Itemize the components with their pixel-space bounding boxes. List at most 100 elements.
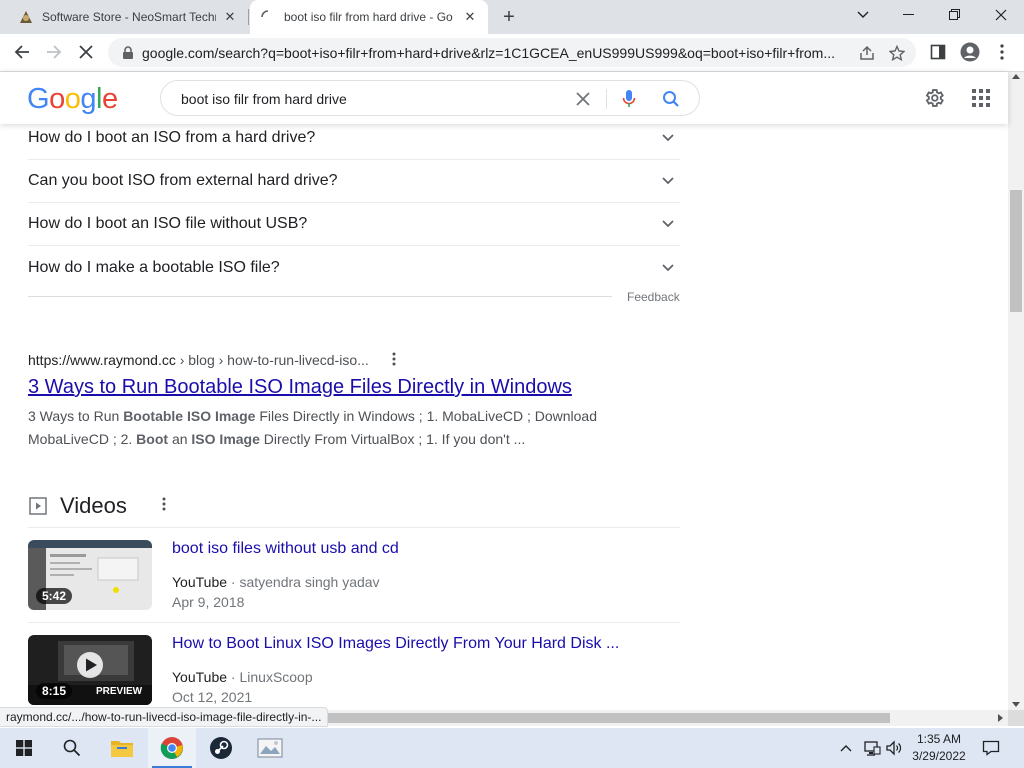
back-button[interactable]	[8, 38, 36, 66]
video-channel: LinuxScoop	[239, 669, 313, 685]
paa-question[interactable]: How do I boot an ISO file without USB?	[28, 203, 680, 246]
chrome-taskbar-icon[interactable]	[148, 728, 196, 768]
result-snippet: 3 Ways to Run Bootable ISO Image Files D…	[28, 405, 628, 451]
snippet-highlight: Bootable ISO Image	[123, 408, 256, 424]
videos-title: Videos	[60, 493, 127, 518]
video-date: Oct 12, 2021	[172, 689, 253, 705]
video-play-icon	[28, 496, 48, 516]
stop-loading-button[interactable]	[72, 38, 100, 66]
loading-spinner-icon	[260, 9, 276, 25]
video-title-link[interactable]: boot iso files without usb and cd	[172, 540, 399, 558]
logo-letter: o	[64, 83, 81, 115]
close-window-button[interactable]	[978, 0, 1024, 30]
google-logo[interactable]: Google	[27, 83, 118, 116]
chevron-down-icon[interactable]	[656, 134, 680, 142]
snippet-text: Directly From VirtualBox ; 1. If you don…	[259, 431, 526, 447]
lock-icon[interactable]	[114, 45, 142, 60]
share-icon[interactable]	[858, 44, 876, 62]
tab-neosmart[interactable]: Software Store - NeoSmart Techn ✕	[8, 0, 249, 34]
divider	[28, 527, 680, 528]
scrollbar-thumb[interactable]	[1010, 190, 1022, 312]
snippet-text: 3 Ways to Run	[28, 408, 124, 424]
search-divider	[606, 89, 607, 109]
paa-question[interactable]: How do I boot an ISO from a hard drive?	[28, 124, 680, 160]
volume-icon[interactable]	[884, 738, 904, 758]
snippet-highlight: ISO Image	[191, 431, 260, 447]
tab-google-search[interactable]: boot iso filr from hard drive - Go ✕	[250, 0, 488, 34]
video-thumbnail[interactable]: 8:15 PREVIEW	[28, 635, 152, 705]
video-source: YouTube · satyendra singh yadav	[172, 574, 380, 590]
chevron-down-icon[interactable]	[656, 220, 680, 228]
clear-search-icon[interactable]	[573, 89, 593, 109]
result-breadcrumb: › blog › how-to-run-livecd-iso...	[175, 352, 369, 368]
video-date: Apr 9, 2018	[172, 594, 245, 610]
result-title-link[interactable]: 3 Ways to Run Bootable ISO Image Files D…	[28, 376, 572, 399]
video-duration: 5:42	[36, 588, 73, 604]
browser-menu-icon[interactable]	[988, 38, 1016, 66]
windows-taskbar: 1:35 AM 3/29/2022	[0, 728, 1024, 768]
address-bar[interactable]: google.com/search?q=boot+iso+filr+from+h…	[108, 38, 916, 67]
vertical-scrollbar[interactable]	[1008, 72, 1024, 710]
network-icon[interactable]	[862, 738, 882, 758]
paa-question-text: How do I boot an ISO file without USB?	[28, 215, 308, 232]
steam-icon[interactable]	[197, 728, 245, 768]
profile-avatar[interactable]	[956, 38, 984, 66]
taskbar-clock[interactable]: 1:35 AM 3/29/2022	[906, 731, 972, 765]
restore-button[interactable]	[932, 0, 978, 30]
chevron-down-icon[interactable]	[656, 263, 680, 272]
result-url[interactable]: https://www.raymond.cc › blog › how-to-r…	[28, 352, 369, 368]
side-panel-icon[interactable]	[924, 38, 952, 66]
video-thumbnail[interactable]: 5:42	[28, 540, 152, 610]
snippet-highlight: Boot	[136, 431, 169, 447]
divider	[28, 622, 680, 623]
status-bar-url: raymond.cc/.../how-to-run-livecd-iso-ima…	[0, 707, 329, 727]
tab-title: Software Store - NeoSmart Techn	[42, 10, 216, 24]
video-result[interactable]: 8:15 PREVIEW How to Boot Linux ISO Image…	[28, 635, 680, 707]
video-channel: satyendra singh yadav	[239, 574, 380, 590]
result-domain: https://www.raymond.cc	[28, 352, 176, 368]
scrollbar-thumb[interactable]	[326, 713, 890, 723]
tab-close-icon[interactable]: ✕	[462, 9, 478, 25]
start-windows-icon[interactable]	[0, 728, 48, 768]
search-taskbar-icon[interactable]	[48, 728, 96, 768]
search-icon[interactable]	[661, 89, 681, 109]
result-options-icon[interactable]	[386, 350, 402, 368]
search-input[interactable]	[181, 89, 561, 109]
videos-heading: Videos	[28, 490, 127, 522]
scrollbar-corner	[1008, 710, 1024, 726]
search-box[interactable]	[160, 80, 700, 116]
voice-search-icon[interactable]	[619, 89, 639, 109]
neosmart-favicon-icon	[18, 9, 34, 25]
new-tab-button[interactable]: +	[496, 5, 522, 29]
bookmark-star-icon[interactable]	[888, 44, 906, 62]
scroll-up-arrow-icon[interactable]	[1012, 74, 1020, 79]
scroll-down-arrow-icon[interactable]	[1012, 702, 1020, 707]
feedback-link[interactable]: Feedback	[627, 290, 680, 304]
paa-question[interactable]: Can you boot ISO from external hard driv…	[28, 160, 680, 203]
chevron-down-icon[interactable]	[656, 177, 680, 185]
video-result[interactable]: 5:42 boot iso files without usb and cd Y…	[28, 540, 680, 612]
video-platform: YouTube	[172, 574, 228, 590]
settings-gear-icon[interactable]	[922, 86, 946, 110]
tab-search-chevron-icon[interactable]	[840, 0, 886, 30]
videos-options-icon[interactable]	[156, 495, 172, 513]
paa-question-text: How do I boot an ISO from a hard drive?	[28, 129, 316, 146]
file-explorer-icon[interactable]	[98, 728, 146, 768]
google-apps-grid-icon[interactable]	[969, 86, 993, 110]
minimize-button[interactable]	[886, 0, 932, 30]
show-hidden-icons-chevron-up-icon[interactable]	[838, 738, 854, 758]
google-header: Google	[0, 72, 1008, 124]
notifications-icon[interactable]	[980, 738, 1002, 758]
snippet-text: an	[168, 431, 192, 447]
video-title-link[interactable]: How to Boot Linux ISO Images Directly Fr…	[172, 635, 619, 653]
forward-button[interactable]	[40, 38, 68, 66]
video-platform: YouTube	[172, 669, 228, 685]
paa-question[interactable]: How do I make a bootable ISO file?	[28, 246, 680, 289]
paa-question-text: How do I make a bootable ISO file?	[28, 258, 280, 276]
scroll-right-arrow-icon[interactable]	[998, 714, 1003, 722]
clock-time: 1:35 AM	[916, 732, 962, 746]
image-viewer-icon[interactable]	[246, 728, 294, 768]
video-thumb-overlay-text: PREVIEW	[96, 686, 143, 697]
tab-close-icon[interactable]: ✕	[222, 9, 238, 25]
browser-toolbar: google.com/search?q=boot+iso+filr+from+h…	[0, 34, 1024, 72]
